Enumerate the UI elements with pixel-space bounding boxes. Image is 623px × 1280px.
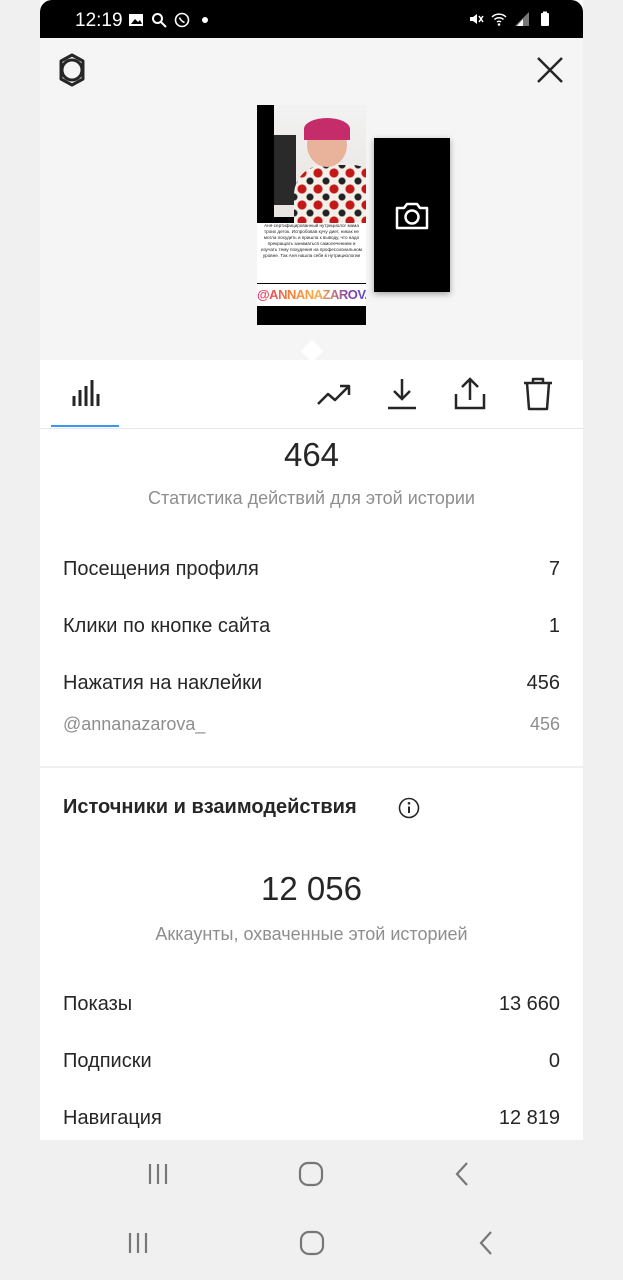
camera-icon: [395, 202, 429, 230]
recent-apps-icon[interactable]: [143, 1159, 173, 1189]
discovery-section-title: Источники и взаимодействия: [63, 796, 357, 818]
interactions-total: 464: [283, 436, 340, 473]
viber-icon: [174, 12, 190, 28]
search-icon: [152, 13, 167, 28]
mute-icon: [470, 14, 484, 24]
status-bar: 12:19: [40, 0, 583, 38]
story-thumbnail-next[interactable]: [374, 138, 450, 292]
story-actions-tabbar: [40, 360, 583, 429]
sticker-mention-row[interactable]: @annanazarova_ 456: [63, 714, 560, 735]
section-divider: [40, 766, 583, 768]
metric-value: 0: [548, 1050, 560, 1072]
app-navigation-bar: [40, 1140, 583, 1207]
share-icon[interactable]: [450, 374, 490, 414]
metric-label: Навигация: [63, 1107, 162, 1129]
reach-total: 12 056: [261, 870, 362, 907]
story-preview-area: Аня-сертифицированный нутрициолог мама т…: [40, 38, 583, 360]
info-icon[interactable]: [398, 797, 420, 819]
wifi-icon: [491, 13, 507, 26]
home-icon[interactable]: [296, 1159, 326, 1189]
story-text-overlay: Аня-сертифицированный нутрициолог мама т…: [257, 223, 366, 283]
active-tab-indicator: [51, 425, 119, 427]
metric-value: 7: [548, 558, 560, 580]
metric-value: 456: [526, 672, 560, 694]
metric-label: Клики по кнопке сайта: [63, 615, 271, 637]
metric-value: 1: [548, 615, 560, 637]
sticker-mention-value: 456: [529, 714, 560, 734]
story-photo: [274, 105, 366, 225]
dot-icon: [202, 17, 208, 23]
interactions-caption: Статистика действий для этой истории: [148, 488, 475, 508]
metric-row-navigation: Навигация 12 819: [63, 1107, 560, 1130]
download-icon[interactable]: [382, 374, 422, 414]
metric-row-sticker-taps: Нажатия на наклейки 456: [63, 672, 560, 695]
instagram-story-insights-screen: 12:19 Аня-сертифицированный нутрициолог …: [40, 0, 583, 1207]
metric-value: 12 819: [498, 1107, 560, 1129]
metric-label: Показы: [63, 993, 133, 1015]
reach-caption: Аккаунты, охваченные этой историей: [155, 924, 468, 944]
home-icon[interactable]: [297, 1228, 327, 1258]
trend-up-icon[interactable]: [314, 374, 354, 414]
signal-icon: [515, 12, 529, 26]
metric-value: 13 660: [498, 993, 560, 1015]
metric-row-impressions: Показы 13 660: [63, 993, 560, 1016]
metric-row-follows: Подписки 0: [63, 1050, 560, 1073]
status-time: 12:19: [75, 10, 123, 31]
back-icon[interactable]: [448, 1159, 478, 1189]
close-icon[interactable]: [534, 54, 566, 86]
sticker-mention-label: @annanazarova_: [63, 714, 206, 734]
system-navigation-bar: [0, 1207, 623, 1280]
image-icon: [129, 14, 143, 26]
metric-row-profile-visits: Посещения профиля 7: [63, 558, 560, 581]
metric-row-website-clicks: Клики по кнопке сайта 1: [63, 615, 560, 638]
trash-icon[interactable]: [518, 374, 558, 414]
story-thumbnail-current[interactable]: Аня-сертифицированный нутрициолог мама т…: [257, 105, 366, 325]
recent-apps-icon[interactable]: [123, 1228, 153, 1258]
metric-label: Подписки: [63, 1050, 152, 1072]
battery-icon: [541, 11, 549, 26]
back-icon[interactable]: [472, 1228, 502, 1258]
story-mention-sticker: @ANNANAZAROVA_: [257, 284, 366, 306]
bar-chart-icon[interactable]: [65, 374, 105, 414]
metric-label: Посещения профиля: [63, 558, 259, 580]
metric-label: Нажатия на наклейки: [63, 672, 263, 694]
settings-gear-icon[interactable]: [54, 52, 90, 88]
